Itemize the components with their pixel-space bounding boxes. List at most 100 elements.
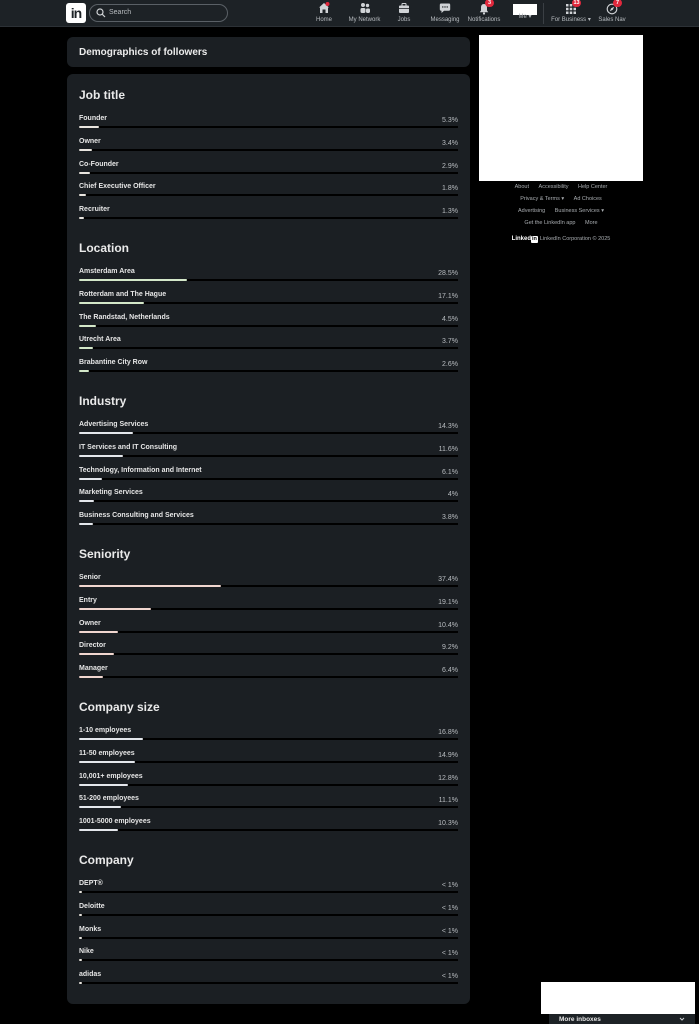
chevron-down-icon: ▾: [587, 17, 591, 23]
row-percentage: 1.3%: [442, 208, 458, 216]
row-label: Entry: [79, 596, 97, 604]
progress-track: [79, 829, 458, 832]
business-badge: 13: [572, 0, 581, 7]
progress-track: [79, 324, 458, 327]
row-label: Manager: [79, 665, 108, 673]
progress-fill: [79, 891, 83, 893]
progress-track: [79, 913, 458, 916]
progress-track: [79, 500, 458, 503]
row-percentage: 6.1%: [442, 468, 458, 476]
progress-fill: [79, 217, 84, 220]
demographic-row: The Randstad, Netherlands 4.5%: [79, 313, 458, 333]
progress-track: [79, 760, 458, 763]
progress-track: [79, 676, 458, 679]
demographics-header-card: Demographics of followers: [67, 37, 470, 67]
copyright-text: LinkedIn Corporation © 2025: [539, 236, 611, 242]
footer-link-ad-choices[interactable]: Ad Choices: [574, 196, 602, 202]
row-label: Business Consulting and Services: [79, 512, 194, 520]
demographic-row: DEPT® < 1%: [79, 879, 458, 899]
nav-notifications[interactable]: 3 Notifications: [466, 0, 502, 25]
footer-link-business-services[interactable]: Business Services ▾: [555, 208, 604, 214]
row-percentage: 2.6%: [442, 361, 458, 369]
row-label: Recruiter: [79, 206, 110, 214]
footer-link-help-center[interactable]: Help Center: [578, 184, 607, 190]
more-inboxes-bar[interactable]: More inboxes: [549, 1014, 695, 1024]
nav-my-network[interactable]: My Network: [347, 2, 382, 25]
demographic-row: Co-Founder 2.9%: [79, 160, 458, 180]
progress-fill: [79, 301, 144, 304]
demographic-row: Advertising Services 14.3%: [79, 420, 458, 440]
progress-fill: [79, 783, 128, 786]
row-label: Amsterdam Area: [79, 268, 135, 275]
progress-fill: [79, 523, 94, 526]
page-title: Demographics of followers: [79, 47, 208, 58]
progress-fill: [79, 982, 83, 985]
briefcase-icon: [399, 3, 409, 13]
progress-fill: [79, 500, 95, 503]
messaging-overlay-placeholder: [541, 982, 695, 1014]
progress-track: [79, 738, 458, 740]
row-percentage: 17.1%: [438, 292, 458, 300]
demographic-row: Deloitte < 1%: [79, 902, 458, 922]
demographic-row: Rotterdam and The Hague 17.1%: [79, 290, 458, 310]
row-label: Senior: [79, 574, 101, 581]
progress-track: [79, 454, 458, 457]
section-location: Location Amsterdam Area 28.5% Rotterdam and…: [79, 241, 458, 381]
row-percentage: 6.4%: [442, 667, 458, 675]
row-percentage: 37.4%: [438, 576, 458, 583]
progress-track: [79, 936, 458, 939]
section-title: Company: [79, 853, 134, 867]
notifications-badge: 3: [485, 0, 494, 7]
progress-fill: [79, 126, 100, 128]
row-label: Co-Founder: [79, 160, 119, 168]
row-percentage: 12.8%: [438, 774, 458, 782]
row-percentage: 14.9%: [438, 751, 458, 759]
footer-link-get-app[interactable]: Get the LinkedIn app: [524, 220, 575, 226]
nav-me[interactable]: Me ▾: [512, 13, 538, 36]
progress-track: [79, 630, 458, 633]
footer-brand: Linkedin LinkedIn Corporation © 2025: [479, 235, 643, 244]
linkedin-logo[interactable]: in: [66, 3, 86, 23]
footer-link-advertising[interactable]: Advertising: [518, 208, 545, 214]
row-percentage: 2.9%: [442, 162, 458, 170]
footer-link-about[interactable]: About: [515, 184, 529, 190]
progress-track: [79, 301, 458, 304]
row-percentage: 11.6%: [438, 445, 458, 453]
demographic-row: Senior 37.4%: [79, 573, 458, 593]
progress-fill: [79, 370, 89, 373]
nav-home[interactable]: Home: [312, 2, 336, 25]
demographics-card: Job title Founder 5.3% Owner 3.4% Co-Founder 2…: [67, 74, 470, 1004]
nav-for-business[interactable]: 13 For Business ▾: [549, 0, 593, 25]
footer-link-accessibility[interactable]: Accessibility: [539, 184, 569, 190]
demographic-row: Owner 3.4%: [79, 137, 458, 157]
demographic-row: Amsterdam Area 28.5%: [79, 267, 458, 287]
row-label: Marketing Services: [79, 489, 143, 497]
nav-sales-nav[interactable]: 7 Sales Nav: [598, 0, 626, 25]
footer-link-privacy-terms[interactable]: Privacy & Terms ▾: [520, 196, 564, 202]
progress-fill: [79, 432, 134, 434]
nav-messaging[interactable]: Messaging: [428, 2, 462, 25]
chevron-down-icon[interactable]: [679, 1016, 685, 1022]
row-percentage: < 1%: [441, 904, 458, 912]
ad-placeholder[interactable]: [479, 35, 643, 181]
search-icon: [96, 8, 106, 18]
row-percentage: 4%: [447, 491, 458, 499]
footer-link-more[interactable]: More: [585, 220, 598, 226]
demographic-row: 11-50 employees 14.9%: [79, 749, 458, 769]
demographic-row: Utrecht Area 3.7%: [79, 335, 458, 355]
section-job-title: Job title Founder 5.3% Owner 3.4% Co-Founder 2…: [79, 88, 458, 228]
nav-jobs[interactable]: Jobs: [394, 2, 414, 25]
row-percentage: 10.4%: [438, 621, 458, 629]
search-input[interactable]: Search: [89, 4, 228, 22]
progress-fill: [79, 194, 86, 197]
row-percentage: < 1%: [441, 882, 458, 889]
row-label: Rotterdam and The Hague: [79, 290, 167, 298]
row-label: Owner: [79, 137, 101, 145]
row-label: IT Services and IT Consulting: [79, 443, 178, 451]
row-percentage: 11.1%: [438, 797, 458, 805]
row-label: Utrecht Area: [79, 336, 121, 344]
demographic-row: adidas < 1%: [79, 970, 458, 990]
row-percentage: < 1%: [441, 927, 458, 935]
row-percentage: 10.3%: [438, 820, 458, 828]
progress-fill: [79, 585, 221, 587]
